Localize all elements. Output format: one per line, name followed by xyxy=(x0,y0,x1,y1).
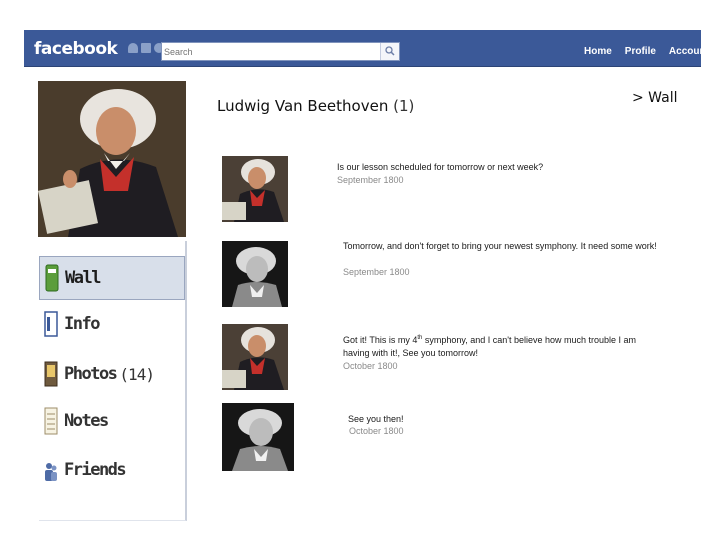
notification-jewels xyxy=(128,43,164,53)
profile-picture[interactable] xyxy=(38,81,186,237)
photos-count: (14) xyxy=(119,364,155,384)
search-input[interactable] xyxy=(164,44,374,59)
profile-sidebar: Wall Info Photos (14) Notes Friends xyxy=(39,241,187,521)
nav-home-link[interactable]: Home xyxy=(584,46,612,57)
notes-icon xyxy=(44,406,58,436)
post-message: Tomorrow, and don't forget to bring your… xyxy=(343,241,657,251)
haydn-avatar xyxy=(222,403,294,471)
post-message-part: Got it! This is my 4 xyxy=(343,335,418,345)
sidebar-item-info[interactable]: Info xyxy=(39,302,185,346)
top-nav-bar: facebook Home Profile Account▼ xyxy=(24,30,718,67)
sidebar-item-label: Photos xyxy=(64,364,118,384)
haydn-avatar xyxy=(222,241,288,307)
search-box xyxy=(161,42,400,61)
nav-account-link[interactable]: Account ▼ xyxy=(669,46,718,57)
post-message: Is our lesson scheduled for tomorrow or … xyxy=(337,162,544,172)
top-nav-links: Home Profile Account ▼ xyxy=(584,46,718,57)
page-title: Ludwig Van Beethoven (1) xyxy=(217,97,414,115)
sidebar-item-label: Friends xyxy=(64,460,127,480)
post-message: Got it! This is my 4th symphony, and I c… xyxy=(343,334,665,360)
post-author-avatar[interactable] xyxy=(222,156,288,222)
post-date[interactable]: October 1800 xyxy=(343,361,398,371)
beethoven-avatar xyxy=(222,156,288,222)
facebook-logo[interactable]: facebook xyxy=(34,39,118,59)
sidebar-item-photos[interactable]: Photos (14) xyxy=(39,352,185,396)
beethoven-avatar xyxy=(222,324,288,390)
friends-icon xyxy=(44,455,58,485)
sidebar-item-label: Notes xyxy=(64,411,109,431)
nav-profile-link[interactable]: Profile xyxy=(625,46,656,57)
search-button[interactable] xyxy=(380,43,399,60)
beethoven-portrait xyxy=(38,81,186,237)
messages-icon[interactable] xyxy=(141,43,151,53)
sidebar-item-wall[interactable]: Wall xyxy=(39,256,185,300)
profile-name[interactable]: Ludwig Van Beethoven xyxy=(217,97,388,115)
friend-requests-icon[interactable] xyxy=(128,43,138,53)
sidebar-item-friends[interactable]: Friends xyxy=(39,448,185,492)
post-date[interactable]: September 1800 xyxy=(343,267,410,277)
sidebar-item-label: Info xyxy=(64,314,100,334)
post-author-avatar[interactable] xyxy=(222,324,288,390)
sidebar-item-label: Wall xyxy=(65,268,101,288)
post-date[interactable]: September 1800 xyxy=(337,175,404,185)
post-message: See you then! xyxy=(348,414,404,424)
search-icon xyxy=(385,46,395,56)
profile-count: (1) xyxy=(393,97,415,115)
nav-account-label: Account xyxy=(668,46,709,57)
sidebar-item-notes[interactable]: Notes xyxy=(39,399,185,443)
breadcrumb[interactable]: > Wall xyxy=(632,90,678,106)
post-author-avatar[interactable] xyxy=(222,403,294,471)
info-icon xyxy=(44,309,58,339)
chevron-down-icon: ▼ xyxy=(710,49,718,56)
wall-icon xyxy=(45,263,59,293)
post-author-avatar[interactable] xyxy=(222,241,288,307)
photos-icon xyxy=(44,359,58,389)
post-date[interactable]: October 1800 xyxy=(349,426,404,436)
